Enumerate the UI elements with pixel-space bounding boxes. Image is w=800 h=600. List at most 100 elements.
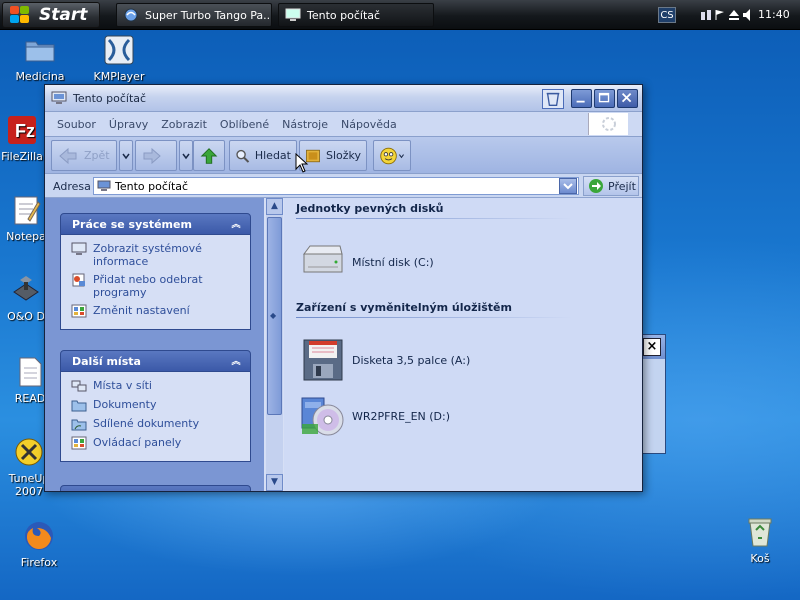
menu-zobrazit[interactable]: Zobrazit — [161, 118, 207, 131]
link-label: Místa v síti — [93, 379, 152, 392]
link-network-places[interactable]: Místa v síti — [71, 379, 242, 393]
scroll-up-button[interactable]: ▲ — [266, 198, 283, 215]
control-panel-icon — [71, 304, 87, 318]
dialog-close-button[interactable]: × — [643, 338, 661, 356]
back-label: Zpět — [84, 149, 110, 162]
link-label: Dokumenty — [93, 398, 157, 411]
link-label: Zobrazit systémové informace — [93, 242, 202, 268]
folder-icon — [24, 34, 56, 66]
taskbar: Start Super Turbo Tango Pa... Tento počí… — [0, 0, 800, 30]
system-info-icon — [71, 242, 87, 255]
desktop-icon-recycle-bin[interactable]: Koš — [723, 516, 797, 565]
clock[interactable]: 11:40 — [758, 8, 790, 21]
details-header[interactable] — [60, 485, 251, 491]
system-tasks-header[interactable]: Práce se systémem ︽ — [60, 213, 251, 235]
filezilla-icon: Fz — [6, 114, 38, 146]
link-label: Sdílené dokumenty — [93, 417, 200, 430]
scroll-down-button[interactable]: ▼ — [266, 474, 283, 491]
close-button[interactable] — [617, 89, 638, 108]
link-shared-documents[interactable]: Sdílené dokumenty — [71, 417, 242, 431]
windows-logo-icon — [9, 5, 31, 25]
drive-c[interactable]: Místní disk (C:) — [300, 240, 434, 284]
group-hard-disks: Jednotky pevných disků — [296, 202, 444, 215]
language-indicator[interactable]: CS — [658, 7, 676, 23]
task-label: Tento počítač — [307, 8, 381, 22]
address-label: Adresa — [53, 180, 91, 193]
desktop-icon-label: Medicina — [15, 70, 65, 83]
drive-a[interactable]: Disketa 3,5 palce (A:) — [300, 338, 470, 382]
menu-soubor[interactable]: Soubor — [57, 118, 96, 131]
folders-label: Složky — [325, 149, 361, 162]
desktop-icon-label: Firefox — [20, 556, 58, 569]
task-button-tango[interactable]: Super Turbo Tango Pa... — [116, 3, 272, 27]
eject-tray-icon[interactable] — [728, 8, 740, 22]
titlebar-bin-icon[interactable] — [542, 89, 564, 109]
up-arrow-icon — [200, 147, 218, 164]
network-tray-icon[interactable] — [700, 8, 712, 22]
volume-tray-icon[interactable] — [742, 8, 754, 22]
address-field[interactable]: Tento počítač — [93, 177, 579, 195]
link-label: Přidat nebo odebrat programy — [93, 273, 203, 299]
menu-upravy[interactable]: Úpravy — [109, 118, 148, 131]
drive-label: Disketa 3,5 palce (A:) — [352, 353, 471, 367]
forward-button[interactable] — [135, 140, 177, 171]
chevron-down-icon — [399, 153, 405, 158]
menu-nastroje[interactable]: Nástroje — [282, 118, 328, 131]
back-dropdown[interactable] — [119, 140, 133, 171]
folders-button[interactable]: Složky — [299, 140, 367, 171]
collapse-chevron-icon[interactable]: ︽ — [228, 354, 244, 370]
views-icon — [380, 147, 397, 164]
computer-icon — [285, 8, 301, 21]
task-label: Super Turbo Tango Pa... — [145, 8, 272, 22]
link-documents[interactable]: Dokumenty — [71, 398, 242, 412]
windows-throbber — [588, 113, 628, 135]
go-label: Přejít — [608, 179, 636, 193]
system-tasks-title: Práce se systémem — [72, 218, 192, 231]
link-control-panel[interactable]: Ovládací panely — [71, 436, 242, 450]
go-button[interactable]: Přejít — [583, 176, 639, 196]
grip-icon: ◆ — [270, 311, 277, 320]
chevron-down-icon — [122, 153, 130, 159]
kmplayer-icon — [103, 34, 135, 66]
network-icon — [71, 380, 87, 392]
start-button[interactable]: Start — [2, 2, 100, 28]
firefox-icon — [23, 520, 55, 552]
notepad-icon — [10, 194, 42, 226]
window-titlebar[interactable]: Tento počítač — [45, 85, 642, 112]
link-change-settings[interactable]: Změnit nastavení — [71, 304, 242, 318]
oo-defrag-icon — [10, 274, 42, 306]
computer-icon — [51, 91, 67, 104]
tuneup-icon — [13, 436, 45, 468]
link-add-remove-programs[interactable]: Přidat nebo odebrat programy — [71, 273, 242, 299]
link-system-info[interactable]: Zobrazit systémové informace — [71, 242, 242, 268]
menu-oblibene[interactable]: Oblíbené — [220, 118, 269, 131]
back-button[interactable]: Zpět — [51, 140, 117, 171]
floppy-icon — [300, 338, 346, 382]
vertical-scrollbar[interactable]: ▲ ◆ ▼ — [266, 198, 283, 491]
collapse-chevron-icon[interactable]: ︽ — [228, 217, 244, 233]
minimize-button[interactable] — [571, 89, 592, 108]
explorer-window: Tento počítač Soubor Úpravy Zobrazit Obl… — [44, 84, 643, 492]
drive-label: Místní disk (C:) — [352, 255, 434, 269]
address-dropdown[interactable] — [559, 178, 577, 194]
other-places-header[interactable]: Další místa ︽ — [60, 350, 251, 372]
task-button-computer[interactable]: Tento počítač — [278, 3, 434, 27]
up-folder-button[interactable] — [193, 140, 225, 171]
desktop-icon-kmplayer[interactable]: KMPlayer — [82, 34, 156, 83]
computer-icon — [97, 180, 111, 191]
forward-dropdown[interactable] — [179, 140, 193, 171]
loading-spinner-icon — [602, 117, 616, 131]
task-pane: Práce se systémem ︽ Zobrazit systémové i… — [45, 198, 264, 491]
flag-tray-icon[interactable] — [714, 8, 726, 22]
maximize-button[interactable] — [594, 89, 615, 108]
search-button[interactable]: Hledat — [229, 140, 297, 171]
documents-folder-icon — [71, 400, 87, 412]
menu-napoveda[interactable]: Nápověda — [341, 118, 397, 131]
search-icon — [236, 149, 250, 163]
drive-d[interactable]: WR2PFRE_EN (D:) — [300, 394, 450, 438]
add-remove-icon — [72, 273, 85, 287]
desktop-icon-medicina[interactable]: Medicina — [3, 34, 77, 83]
desktop-icon-firefox[interactable]: Firefox — [2, 520, 76, 569]
content-area: Jednotky pevných disků Místní disk (C:) … — [284, 198, 642, 491]
views-button[interactable] — [373, 140, 411, 171]
